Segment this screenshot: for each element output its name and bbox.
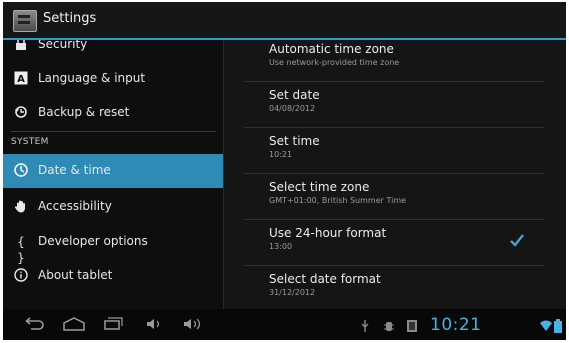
svg-text:A: A xyxy=(17,74,25,85)
sidebar-item-backup-reset[interactable]: Backup & reset xyxy=(3,96,223,130)
tablet-screen: Settings Security A Language & input Bac… xyxy=(3,2,566,340)
device-frame: Settings Security A Language & input Bac… xyxy=(0,0,569,343)
usb-icon xyxy=(359,318,371,332)
checkbox-checked-icon[interactable] xyxy=(509,232,525,248)
usb-debugging-icon xyxy=(383,318,395,332)
lock-icon xyxy=(13,40,29,53)
system-nav-bar: 10:21 xyxy=(3,309,566,340)
sidebar-item-about-tablet[interactable]: About tablet xyxy=(3,259,223,293)
action-bar: Settings xyxy=(3,2,566,40)
date-time-pane: Automatic time zone Use network-provided… xyxy=(224,40,566,309)
pref-set-time[interactable]: Set time 10:21 xyxy=(224,128,566,174)
pref-use-24-hour-format[interactable]: Use 24-hour format 13:00 xyxy=(224,220,566,266)
pref-title: Use 24-hour format xyxy=(269,226,387,240)
sidebar-item-label: About tablet xyxy=(38,268,113,282)
volume-up-icon[interactable] xyxy=(183,317,203,335)
braces-icon: { } xyxy=(17,235,25,265)
sidebar-item-label: Accessibility xyxy=(38,199,112,213)
section-header-system: SYSTEM xyxy=(11,137,49,147)
pref-summary: Use network-provided time zone xyxy=(269,58,400,67)
sidebar-item-accessibility[interactable]: Accessibility xyxy=(3,190,223,224)
pref-title: Select date format xyxy=(269,272,381,286)
backup-icon xyxy=(13,105,29,121)
pref-title: Select time zone xyxy=(269,180,370,194)
pref-title: Set date xyxy=(269,88,320,102)
sidebar-item-label: Security xyxy=(38,40,88,51)
pref-summary: GMT+01:00, British Summer Time xyxy=(269,196,407,205)
download-icon xyxy=(406,318,418,332)
info-icon xyxy=(13,268,29,284)
status-clock: 10:21 xyxy=(430,315,482,335)
sidebar-item-label: Backup & reset xyxy=(38,105,130,119)
keyboard-icon: A xyxy=(13,71,29,87)
settings-sidebar: Security A Language & input Backup & res… xyxy=(3,40,223,309)
sidebar-item-date-time[interactable]: Date & time xyxy=(3,154,223,188)
sidebar-item-label: Developer options xyxy=(38,234,148,248)
sidebar-item-security[interactable]: Security xyxy=(3,40,223,62)
pref-summary: 31/12/2012 xyxy=(269,288,316,297)
battery-icon xyxy=(554,318,562,333)
hand-icon xyxy=(13,199,29,215)
pref-summary: 04/08/2012 xyxy=(269,104,316,113)
pref-select-time-zone[interactable]: Select time zone GMT+01:00, British Summ… xyxy=(224,174,566,220)
section-divider xyxy=(11,131,216,132)
volume-down-icon[interactable] xyxy=(146,317,164,335)
pref-set-date[interactable]: Set date 04/08/2012 xyxy=(224,82,566,128)
pref-select-date-format[interactable]: Select date format 31/12/2012 xyxy=(224,266,566,309)
sidebar-item-label: Date & time xyxy=(38,163,111,177)
pref-title: Automatic time zone xyxy=(269,42,394,56)
sidebar-item-developer-options[interactable]: { } Developer options xyxy=(3,225,223,265)
clock-icon xyxy=(13,163,29,179)
pref-summary: 13:00 xyxy=(269,242,293,251)
pref-title: Set time xyxy=(269,134,320,148)
sidebar-item-language-input[interactable]: A Language & input xyxy=(3,62,223,96)
action-bar-title: Settings xyxy=(43,11,97,26)
sidebar-item-label: Language & input xyxy=(38,71,146,85)
wifi-icon xyxy=(540,318,552,332)
pref-automatic-time-zone[interactable]: Automatic time zone Use network-provided… xyxy=(224,40,566,82)
pref-summary: 10:21 xyxy=(269,150,293,159)
back-icon[interactable] xyxy=(25,317,45,335)
home-icon[interactable] xyxy=(63,317,85,335)
recent-apps-icon[interactable] xyxy=(103,317,123,335)
settings-app-icon[interactable] xyxy=(13,10,37,32)
